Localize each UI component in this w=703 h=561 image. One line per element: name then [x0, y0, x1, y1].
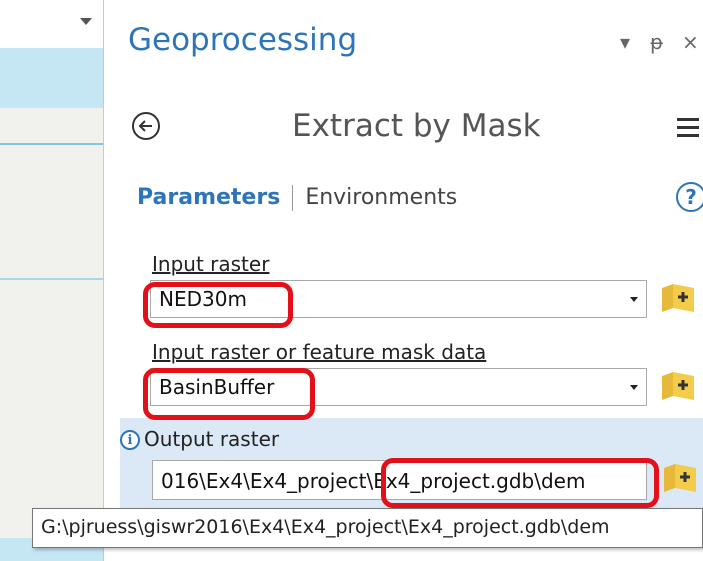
hamburger-menu-icon[interactable] — [677, 118, 699, 142]
mask-data-label: Input raster or feature mask data — [152, 340, 487, 364]
mask-data-combobox[interactable]: BasinBuffer — [150, 368, 647, 406]
input-raster-value: NED30m — [159, 287, 247, 311]
map-view-strip — [0, 0, 104, 561]
pin-icon[interactable]: ᵽ — [650, 30, 663, 54]
path-tooltip: G:\pjruess\giswr2016\Ex4\Ex4_project\Ex4… — [32, 508, 703, 548]
tab-divider — [292, 185, 294, 211]
back-button[interactable] — [132, 112, 160, 140]
map-land — [0, 108, 103, 538]
close-icon[interactable]: × — [682, 30, 699, 54]
pane-title: Geoprocessing — [128, 22, 358, 58]
output-raster-label: Output raster — [144, 427, 280, 451]
dropdown-arrow-icon[interactable] — [630, 385, 638, 390]
help-icon[interactable]: ? — [676, 182, 703, 212]
output-raster-input[interactable]: 016\Ex4\Ex4_project\Ex4_project.gdb\dem — [152, 460, 647, 500]
map-river — [0, 278, 103, 280]
mask-data-value: BasinBuffer — [159, 375, 275, 399]
tab-environments[interactable]: Environments — [305, 185, 457, 210]
map-canvas[interactable] — [0, 48, 103, 561]
dropdown-arrow-icon[interactable] — [630, 297, 638, 302]
geoprocessing-pane: Geoprocessing ▾ ᵽ × Extract by Mask Para… — [110, 0, 703, 561]
browse-folder-icon[interactable] — [660, 282, 696, 316]
back-arrow-icon — [138, 120, 152, 132]
map-river — [0, 143, 103, 145]
pane-options-dropdown-icon[interactable]: ▾ — [620, 30, 630, 54]
info-icon[interactable]: i — [120, 430, 140, 450]
input-raster-combobox[interactable]: NED30m — [150, 280, 647, 318]
browse-folder-icon[interactable] — [662, 462, 698, 496]
tab-parameters[interactable]: Parameters — [137, 185, 280, 210]
chevron-down-icon[interactable] — [80, 18, 92, 25]
tab-strip: Parameters Environments — [137, 185, 457, 211]
tool-title: Extract by Mask — [292, 108, 541, 144]
output-raster-value: 016\Ex4\Ex4_project\Ex4_project.gdb\dem — [161, 469, 586, 493]
input-raster-label: Input raster — [152, 252, 270, 276]
browse-folder-icon[interactable] — [660, 370, 696, 404]
